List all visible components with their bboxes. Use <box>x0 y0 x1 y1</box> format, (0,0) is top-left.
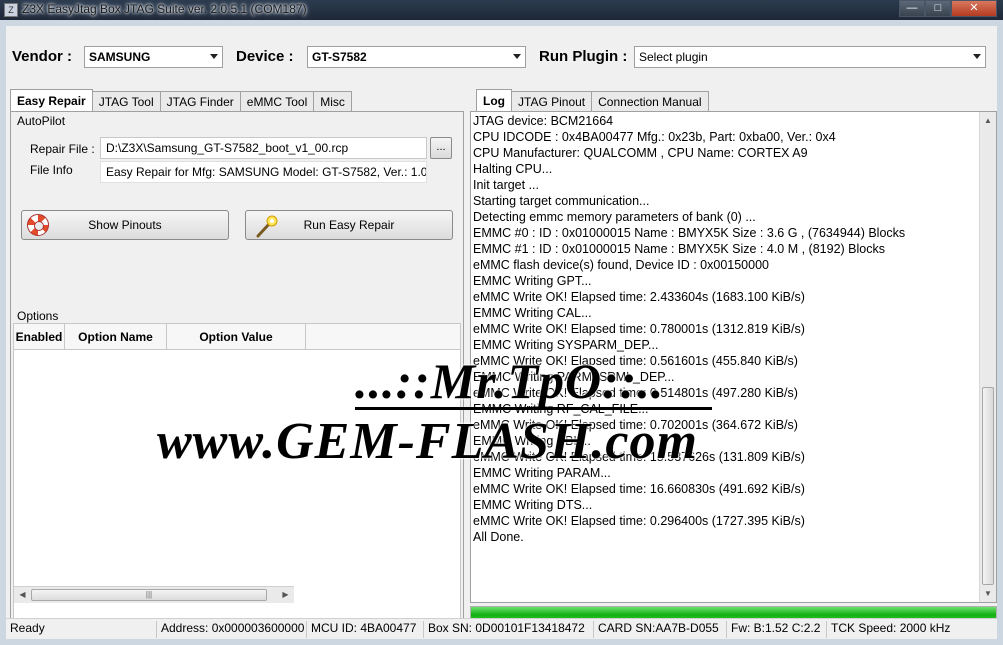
column-option-value[interactable]: Option Value <box>167 324 306 350</box>
log-line: CPU Manufacturer: QUALCOMM , CPU Name: C… <box>473 146 808 160</box>
plugin-label: Run Plugin : <box>539 48 628 65</box>
log-line: eMMC flash device(s) found, Device ID : … <box>473 258 769 272</box>
log-line: eMMC Write OK! Elapsed time: 0.296400s (… <box>473 514 805 528</box>
chevron-down-icon <box>973 54 981 59</box>
log-line: eMMC Write OK! Elapsed time: 16.660830s … <box>473 482 805 496</box>
window-title: Z3X EasyJtag Box JTAG Suite ver. 2.0.5.1… <box>22 2 307 16</box>
tab-log[interactable]: Log <box>476 89 512 111</box>
watermark-line2: www.GEM-FLASH.com <box>157 413 698 470</box>
window-controls: — □ ✕ <box>899 0 997 17</box>
log-line: eMMC Write OK! Elapsed time: 0.780001s (… <box>473 322 805 336</box>
options-grid-header: Enabled Option Name Option Value <box>14 324 460 350</box>
log-line: Halting CPU... <box>473 162 553 176</box>
log-line: EMMC Writing SYSPARM_DEP... <box>473 338 659 352</box>
status-fw: Fw: B:1.52 C:2.2 <box>726 621 826 638</box>
watermark-underline <box>355 407 712 410</box>
title-bar: Z Z3X EasyJtag Box JTAG Suite ver. 2.0.5… <box>0 0 1003 20</box>
left-tabstrip: Easy Repair JTAG Tool JTAG Finder eMMC T… <box>10 89 352 111</box>
log-line: EMMC #1 : ID : 0x01000015 Name : BMYX5K … <box>473 242 885 256</box>
autopilot-caption: AutoPilot <box>17 114 66 128</box>
options-hscrollbar[interactable]: ◀ ||| ▶ <box>14 586 294 603</box>
log-line: EMMC Writing CAL... <box>473 306 592 320</box>
chevron-down-icon <box>513 54 521 59</box>
device-select[interactable]: GT-S7582 <box>307 46 526 68</box>
scroll-down-icon[interactable]: ▼ <box>980 585 996 602</box>
tab-connection-manual[interactable]: Connection Manual <box>591 91 709 111</box>
close-icon[interactable]: ✕ <box>951 0 997 17</box>
status-state: Ready <box>10 621 45 635</box>
run-easy-repair-button[interactable]: Run Easy Repair <box>245 210 453 240</box>
vendor-label: Vendor : <box>12 48 73 65</box>
window-client: Vendor : SAMSUNG Device : GT-S7582 Run P… <box>6 26 997 639</box>
log-line: eMMC Write OK! Elapsed time: 2.433604s (… <box>473 290 805 304</box>
vendor-select[interactable]: SAMSUNG <box>84 46 223 68</box>
log-line: EMMC Writing DTS... <box>473 498 593 512</box>
app-icon[interactable]: Z <box>4 3 18 17</box>
options-caption: Options <box>17 309 59 323</box>
status-card-sn: CARD SN:AA7B-D055 <box>593 621 726 638</box>
log-line: EMMC #0 : ID : 0x01000015 Name : BMYX5K … <box>473 226 906 240</box>
status-bar: Ready Address: 0x000003600000 MCU ID: 4B… <box>6 618 997 639</box>
right-tabstrip: Log JTAG Pinout Connection Manual <box>476 89 709 111</box>
run-easy-repair-label: Run Easy Repair <box>303 218 395 232</box>
maximize-icon[interactable]: □ <box>925 0 951 17</box>
show-pinouts-button[interactable]: Show Pinouts <box>21 210 229 240</box>
repair-file-label: Repair File : <box>30 142 95 156</box>
chevron-down-icon <box>210 54 218 59</box>
browse-button[interactable]: ... <box>430 137 452 159</box>
tab-misc[interactable]: Misc <box>313 91 352 111</box>
log-line: All Done. <box>473 530 524 544</box>
log-line: Init target ... <box>473 178 540 192</box>
log-line: CPU IDCODE : 0x4BA00477 Mfg.: 0x23b, Par… <box>473 130 836 144</box>
show-pinouts-label: Show Pinouts <box>88 218 162 232</box>
log-line: JTAG device: BCM21664 <box>473 114 614 128</box>
status-tck-speed: TCK Speed: 2000 kHz <box>826 621 997 638</box>
status-address: Address: 0x000003600000 <box>156 621 306 638</box>
status-box-sn: Box SN: 0D00101F13418472 <box>423 621 593 638</box>
tab-jtag-pinout[interactable]: JTAG Pinout <box>511 91 593 111</box>
status-mcu-id: MCU ID: 4BA00477 <box>306 621 423 638</box>
watermark-line1: ...::Mr.TpO::.. <box>355 353 665 409</box>
repair-file-input[interactable]: D:\Z3X\Samsung_GT-S7582_boot_v1_00.rcp <box>100 137 427 159</box>
file-info-label: File Info <box>30 163 73 177</box>
window-frame: Vendor : SAMSUNG Device : GT-S7582 Run P… <box>0 20 1003 645</box>
log-line: Detecting emmc memory parameters of bank… <box>473 210 756 224</box>
tab-emmc-tool[interactable]: eMMC Tool <box>239 91 315 111</box>
scroll-right-icon[interactable]: ▶ <box>277 587 294 603</box>
log-line: Starting target communication... <box>473 194 650 208</box>
plugin-select[interactable]: Select plugin <box>634 46 986 68</box>
file-info-value: Easy Repair for Mfg: SAMSUNG Model: GT-S… <box>100 161 427 183</box>
minimize-icon[interactable]: — <box>899 0 925 17</box>
vendor-value: SAMSUNG <box>89 50 151 64</box>
plugin-value: Select plugin <box>639 50 708 64</box>
log-vscrollbar[interactable]: ▲ ▼ <box>979 112 996 602</box>
scroll-left-icon[interactable]: ◀ <box>14 587 31 603</box>
column-enabled[interactable]: Enabled <box>14 324 65 350</box>
log-scroll-thumb[interactable] <box>982 387 994 585</box>
scroll-up-icon[interactable]: ▲ <box>980 112 996 129</box>
tab-jtag-tool[interactable]: JTAG Tool <box>91 91 161 111</box>
scroll-thumb[interactable]: ||| <box>31 589 267 601</box>
device-label: Device : <box>236 48 294 65</box>
device-value: GT-S7582 <box>312 50 367 64</box>
log-line: EMMC Writing GPT... <box>473 274 592 288</box>
column-option-name[interactable]: Option Name <box>65 324 167 350</box>
tab-jtag-finder[interactable]: JTAG Finder <box>159 91 241 111</box>
tab-easy-repair[interactable]: Easy Repair <box>10 89 93 111</box>
